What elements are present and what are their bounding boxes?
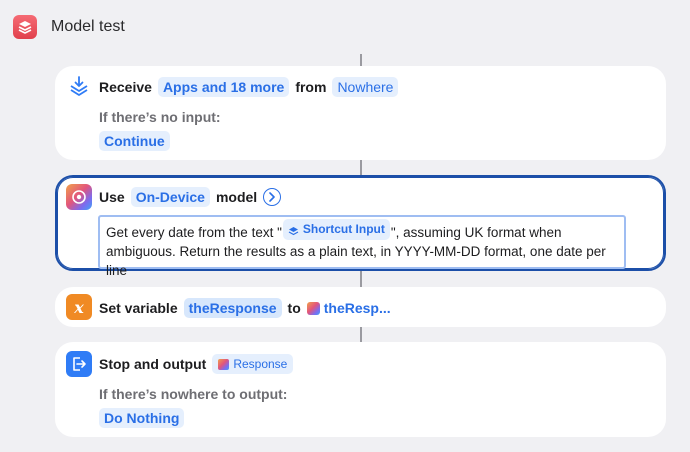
exit-door-icon bbox=[66, 351, 92, 377]
flow-connector bbox=[360, 327, 362, 342]
title-bar: Model test bbox=[0, 0, 690, 54]
receive-action-card[interactable]: Receive Apps and 18 more from Nowhere If… bbox=[55, 66, 666, 160]
flow-connector bbox=[360, 160, 362, 175]
apple-intelligence-icon bbox=[66, 184, 92, 210]
stop-output-verb: Stop and output bbox=[99, 356, 207, 372]
model-token[interactable]: On-Device bbox=[130, 187, 210, 207]
variable-name-token[interactable]: theResponse bbox=[183, 298, 282, 318]
variable-value-token[interactable]: theResp... bbox=[306, 298, 391, 318]
output-variable-label: Response bbox=[233, 357, 288, 371]
variable-x-icon: x bbox=[66, 294, 92, 320]
no-input-behavior-token[interactable]: Continue bbox=[99, 131, 170, 151]
nowhere-to-output-label: If there’s nowhere to output: bbox=[99, 386, 288, 402]
stop-output-row: Stop and output Response bbox=[99, 354, 299, 374]
nowhere-behavior-token[interactable]: Do Nothing bbox=[99, 408, 185, 428]
receive-row: Receive Apps and 18 more from Nowhere bbox=[99, 77, 404, 97]
set-variable-row: Set variable theResponse to theResp... bbox=[99, 298, 397, 318]
input-source-token[interactable]: Nowhere bbox=[332, 77, 399, 97]
use-model-row: Use On-Device model bbox=[99, 187, 287, 207]
receive-tray-icon bbox=[66, 73, 92, 99]
input-types-token[interactable]: Apps and 18 more bbox=[157, 77, 290, 97]
receive-verb: Receive bbox=[99, 79, 152, 95]
use-model-action-card[interactable]: Use On-Device model Get every date from … bbox=[55, 175, 666, 278]
shortcuts-stack-icon bbox=[13, 15, 37, 39]
chevron-right-icon[interactable] bbox=[263, 188, 282, 206]
from-label: from bbox=[295, 79, 327, 95]
shortcut-input-variable-token[interactable]: Shortcut Input bbox=[282, 219, 390, 240]
use-verb: Use bbox=[99, 189, 125, 205]
prompt-text-field[interactable]: Get every date from the text " Shortcut I… bbox=[98, 215, 626, 278]
set-variable-verb: Set variable bbox=[99, 300, 178, 316]
to-label: to bbox=[287, 300, 301, 316]
shortcut-input-icon bbox=[288, 224, 299, 236]
variable-value-label: theResp... bbox=[323, 300, 391, 316]
set-variable-action-card[interactable]: x Set variable theResponse to theResp... bbox=[55, 287, 666, 327]
window-title: Model test bbox=[51, 18, 125, 35]
apple-intelligence-icon bbox=[306, 301, 320, 315]
shortcut-input-label: Shortcut Input bbox=[302, 222, 385, 236]
output-variable-token[interactable]: Response bbox=[212, 354, 294, 374]
prompt-text-prefix: Get every date from the text " bbox=[106, 225, 282, 240]
model-label: model bbox=[215, 189, 258, 205]
flow-connector bbox=[360, 54, 362, 66]
no-input-row: Continue bbox=[99, 131, 176, 151]
apple-intelligence-icon bbox=[218, 358, 230, 370]
no-input-label: If there’s no input: bbox=[99, 109, 221, 125]
stop-output-action-card[interactable]: Stop and output Response If there’s nowh… bbox=[55, 342, 666, 437]
nowhere-to-output-row: Do Nothing bbox=[99, 408, 190, 428]
flow-connector bbox=[360, 271, 362, 287]
